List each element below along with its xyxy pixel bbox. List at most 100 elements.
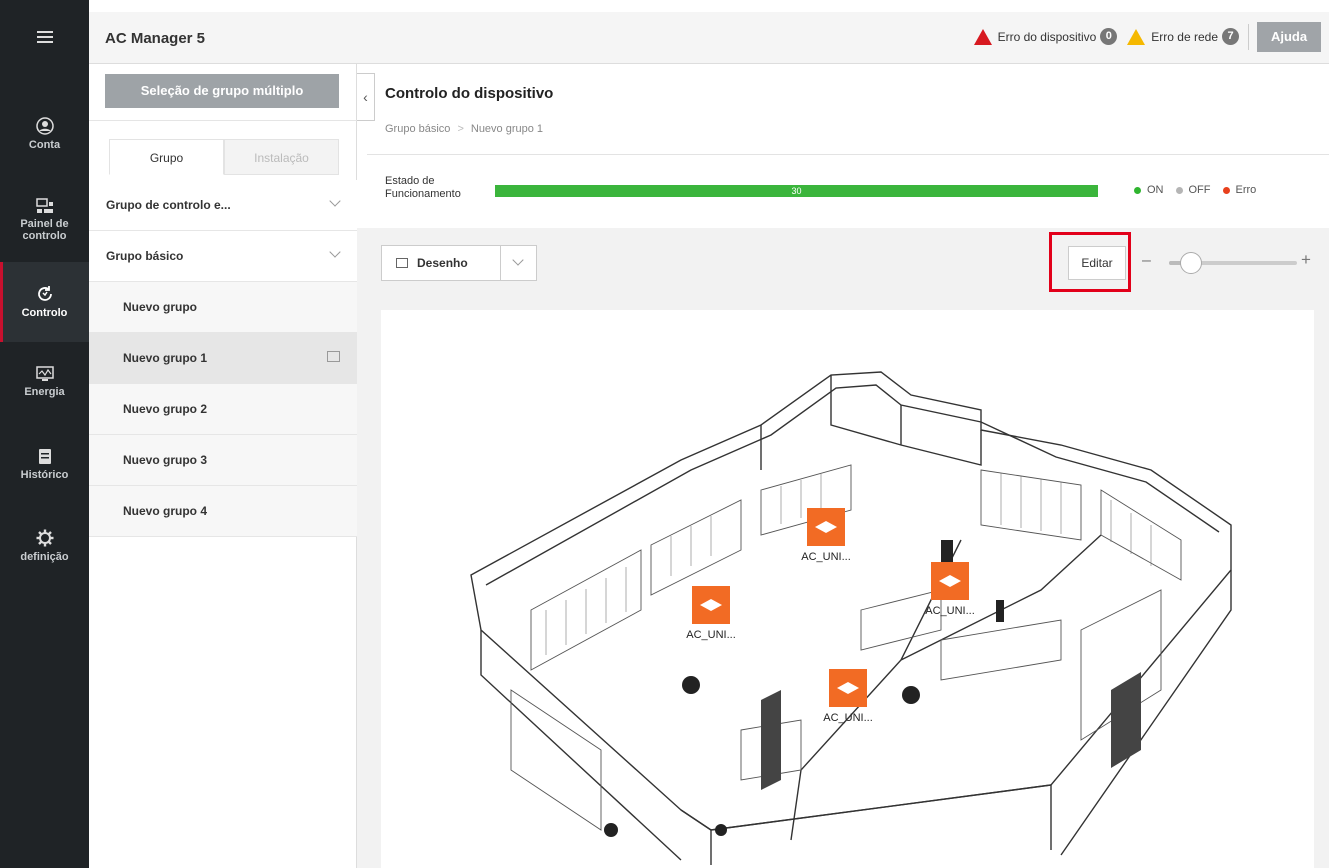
- top-header: AC Manager 5 Erro do dispositivo 0 Erro …: [89, 12, 1329, 64]
- ac-unit-label: AC_UNI...: [823, 712, 873, 724]
- zoom-out-button[interactable]: –: [1142, 252, 1151, 270]
- zoom-in-button[interactable]: +: [1301, 250, 1311, 270]
- network-error-indicator[interactable]: Erro de rede 7: [1127, 28, 1239, 45]
- header-divider: [1248, 24, 1249, 50]
- nav-settings[interactable]: definição: [0, 506, 89, 586]
- nav-settings-label: definição: [20, 551, 69, 563]
- ac-unit-label: AC_UNI...: [925, 605, 975, 617]
- ac-unit-marker[interactable]: AC_UNI...: [925, 562, 975, 617]
- operation-status-label: Estado de Funcionamento: [385, 175, 461, 201]
- network-error-count: 7: [1222, 28, 1239, 45]
- tab-installation[interactable]: Instalação: [224, 139, 339, 175]
- help-button[interactable]: Ajuda: [1257, 22, 1321, 52]
- ac-unit-icon: [829, 669, 867, 707]
- floorplan-canvas[interactable]: AC_UNI... AC_UNI... AC_UNI... AC_UNI...: [381, 310, 1314, 868]
- ac-unit-label: AC_UNI...: [686, 629, 736, 641]
- dashboard-icon: [35, 198, 53, 213]
- error-dot-icon: [1222, 186, 1230, 194]
- legend-off-label: OFF: [1188, 184, 1211, 196]
- group-item-nuevo-grupo-3[interactable]: Nuevo grupo 3: [89, 435, 357, 486]
- group-item-nuevo-grupo[interactable]: Nuevo grupo: [89, 282, 357, 333]
- divider: [89, 120, 357, 121]
- edit-button[interactable]: Editar: [1068, 246, 1126, 280]
- status-label-line-1: Estado de: [385, 175, 435, 187]
- menu-toggle-button[interactable]: [0, 12, 89, 62]
- on-dot-icon: [1134, 186, 1141, 194]
- view-mode-dropdown[interactable]: Desenho: [381, 245, 537, 281]
- zoom-slider[interactable]: [1169, 252, 1297, 274]
- nav-account[interactable]: Conta: [0, 94, 89, 174]
- alert-indicators: Erro do dispositivo 0 Erro de rede 7: [964, 28, 1239, 45]
- group-panel: Seleção de grupo múltiplo Grupo Instalaç…: [89, 64, 357, 868]
- nav-energy-label: Energia: [24, 386, 65, 398]
- control-icon: [37, 286, 52, 301]
- group-item-control[interactable]: Grupo de controlo e...: [89, 180, 357, 231]
- floorplan-area: AC_UNI... AC_UNI... AC_UNI... AC_UNI...: [357, 300, 1329, 868]
- nav-history[interactable]: Histórico: [0, 424, 89, 504]
- app-title: AC Manager 5: [105, 30, 206, 47]
- group-tabs: Grupo Instalação: [109, 139, 339, 175]
- legend-on-label: ON: [1147, 184, 1164, 196]
- floorplan-icon: [327, 351, 340, 362]
- network-warning-icon: [1127, 28, 1146, 45]
- device-error-indicator[interactable]: Erro do dispositivo 0: [973, 28, 1118, 45]
- page-title: Controlo do dispositivo: [385, 85, 554, 102]
- nav-history-label: Histórico: [20, 468, 69, 481]
- ac-unit-icon: [692, 586, 730, 624]
- floorplan-icon: [396, 258, 408, 268]
- ac-unit-marker[interactable]: AC_UNI...: [686, 586, 736, 641]
- multi-group-select-button[interactable]: Seleção de grupo múltiplo: [105, 74, 339, 108]
- group-item-nuevo-grupo-1[interactable]: Nuevo grupo 1: [89, 333, 357, 384]
- group-item-label: Nuevo grupo 2: [123, 402, 208, 416]
- group-item-basic[interactable]: Grupo básico: [89, 231, 357, 282]
- zoom-slider-handle[interactable]: [1180, 252, 1202, 274]
- gear-icon: [36, 529, 53, 547]
- group-item-nuevo-grupo-4[interactable]: Nuevo grupo 4: [89, 486, 357, 537]
- ac-unit-marker[interactable]: AC_UNI...: [801, 508, 851, 563]
- nav-energy[interactable]: Energia: [0, 342, 89, 422]
- energy-icon: [35, 366, 54, 381]
- chevron-down-icon[interactable]: [329, 195, 341, 207]
- history-icon: [38, 448, 51, 464]
- group-item-label: Nuevo grupo: [123, 300, 197, 314]
- view-toolbar: Desenho Editar – +: [357, 228, 1329, 300]
- chevron-down-icon[interactable]: [512, 254, 524, 266]
- nav-account-label: Conta: [28, 139, 61, 151]
- group-item-label: Grupo básico: [106, 249, 184, 263]
- device-error-label: Erro do dispositivo: [997, 29, 1097, 44]
- divider: [500, 246, 501, 280]
- view-mode-label: Desenho: [417, 256, 468, 270]
- group-item-label: Nuevo grupo 3: [123, 453, 208, 467]
- status-label-line-2: Funcionamento: [385, 188, 461, 200]
- group-item-label: Grupo de controlo e...: [106, 198, 231, 212]
- nav-dashboard[interactable]: Painel de controlo: [0, 180, 89, 260]
- ac-unit-marker[interactable]: AC_UNI...: [823, 669, 873, 724]
- collapse-panel-button[interactable]: ‹: [357, 73, 375, 121]
- operation-status-bar: 30: [495, 185, 1098, 197]
- breadcrumb: Grupo básico > Nuevo grupo 1: [385, 123, 543, 135]
- device-control-main: Controlo do dispositivo Grupo básico > Nue…: [357, 64, 1329, 868]
- group-item-nuevo-grupo-2[interactable]: Nuevo grupo 2: [89, 384, 357, 435]
- store-floorplan-drawing: [470, 371, 1232, 865]
- ac-unit-icon: [931, 562, 969, 600]
- app-window: Conta Painel de controlo Controlo Energi…: [0, 0, 1329, 868]
- status-legend: ON OFF Erro: [1122, 184, 1256, 196]
- legend-error-label: Erro: [1235, 184, 1257, 196]
- network-error-label: Erro de rede: [1151, 29, 1218, 44]
- off-dot-icon: [1175, 186, 1183, 194]
- breadcrumb-item: Nuevo grupo 1: [470, 123, 544, 135]
- nav-dashboard-label: Painel de controlo: [20, 218, 69, 242]
- left-nav-rail: Conta Painel de controlo Controlo Energi…: [0, 0, 89, 868]
- group-item-label: Nuevo grupo 1: [123, 351, 208, 365]
- chevron-down-icon[interactable]: [329, 246, 341, 258]
- group-item-label: Nuevo grupo 4: [123, 504, 208, 518]
- user-icon: [35, 117, 54, 135]
- breadcrumb-item[interactable]: Grupo básico: [385, 123, 450, 135]
- device-error-count: 0: [1100, 28, 1118, 45]
- tab-group[interactable]: Grupo: [109, 139, 224, 175]
- nav-control-label: Controlo: [21, 307, 68, 319]
- nav-control[interactable]: Controlo: [0, 262, 89, 342]
- ac-unit-label: AC_UNI...: [801, 551, 851, 563]
- hamburger-icon: [36, 31, 53, 43]
- ac-unit-icon: [807, 508, 845, 546]
